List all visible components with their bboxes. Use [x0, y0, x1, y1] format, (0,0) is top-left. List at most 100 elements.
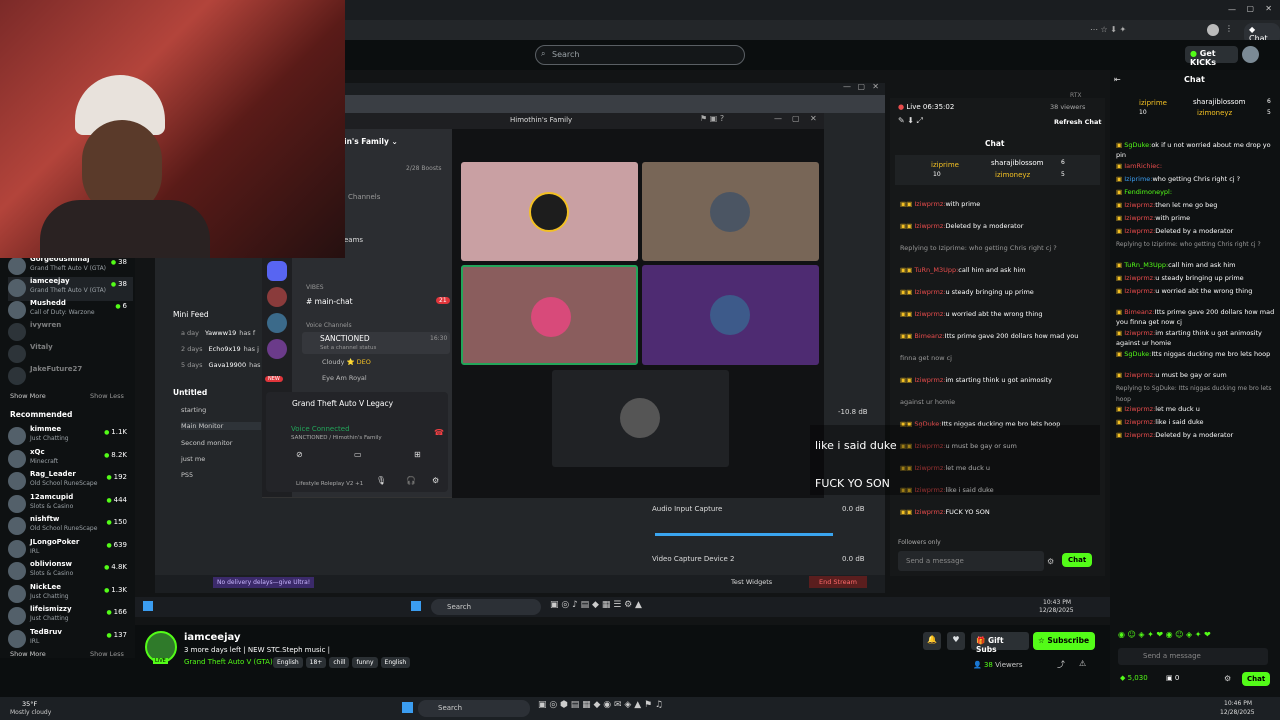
chat-username[interactable]: Iziwprmz: [1124, 201, 1155, 209]
main-chat-channel[interactable]: # main-chat [306, 297, 353, 306]
weather-temp[interactable]: 35°F [22, 700, 37, 708]
streams-channel[interactable]: eams [344, 236, 363, 244]
search-input[interactable]: ⌕ Search [535, 45, 745, 65]
volume-slider[interactable] [655, 533, 833, 536]
show-more-recommended[interactable]: Show More [10, 650, 46, 658]
chat-username[interactable]: Iziwprmz: [914, 200, 945, 208]
menu-icon[interactable]: ⋮ [1225, 24, 1233, 33]
channels-label[interactable]: Channels [348, 193, 380, 201]
chat-username[interactable]: Iziwprmz: [914, 376, 945, 384]
subscribe-button[interactable]: ☆ Subscribe [1033, 632, 1095, 650]
windows-logo-icon[interactable] [411, 601, 421, 611]
show-less-link[interactable]: Show Less [90, 392, 124, 400]
extensions-icon[interactable]: ⋯ ☆ ⬇ ✦ [1090, 25, 1126, 34]
discord-minimize-icon[interactable]: — [774, 114, 782, 123]
chat-username[interactable]: Iziwprmz: [1124, 431, 1155, 439]
followed-channel[interactable]: JakeFuture27 [8, 365, 133, 389]
user-avatar[interactable] [1242, 46, 1259, 63]
show-more-link[interactable]: Show More [10, 392, 46, 400]
chat-username[interactable]: Iziwprmz: [1124, 287, 1155, 295]
chat-username[interactable]: SgDuke: [1124, 141, 1151, 149]
chat-username[interactable]: Iziwprmz: [914, 288, 945, 296]
show-less-recommended[interactable]: Show Less [90, 650, 124, 658]
stream-tag[interactable]: chill [329, 657, 350, 668]
recommended-channel[interactable]: NickLeeJust Chatting 1.3K [8, 583, 133, 607]
dashboard-chat-button[interactable]: Chat [1062, 553, 1093, 567]
recommended-channel[interactable]: TedBruvIRL 137 [8, 628, 133, 652]
followed-channel[interactable]: Vitaly [8, 343, 133, 367]
chat-username[interactable]: TuRn_M3Upp: [914, 266, 958, 274]
voice-channels-category[interactable]: Voice Channels [306, 322, 352, 329]
minimize-icon[interactable]: — [1228, 5, 1236, 14]
chat-username[interactable]: IamRichiec: [1124, 162, 1162, 170]
streamer-name[interactable]: iamceejay [184, 632, 240, 643]
server-icon[interactable] [267, 287, 287, 307]
stream-category[interactable]: Grand Theft Auto V (GTA) [184, 658, 273, 666]
chat-username[interactable]: Iziwprmz: [914, 310, 945, 318]
recommended-channel[interactable]: oblivionsw Slots & Casino 4.8K [8, 560, 133, 584]
send-message-input[interactable]: Send a message [1118, 648, 1268, 665]
participant-tile[interactable] [642, 162, 819, 261]
activities-icon[interactable]: ⊞ [414, 450, 421, 459]
report-icon[interactable]: ⚠ [1079, 659, 1086, 668]
scene-item[interactable]: Second monitor [181, 439, 261, 447]
chat-username[interactable]: Iziwprmz: [914, 222, 945, 230]
chat-settings-icon[interactable]: ⚙ [1224, 674, 1231, 683]
recommended-channel[interactable]: Rag_Leader Old School RuneScape 192 [8, 470, 133, 494]
sanctioned-channel[interactable]: SANCTIONED 16:30 Set a channel status [302, 332, 450, 354]
discord-server-name[interactable]: in's Family ⌄ [344, 137, 398, 146]
recommended-channel[interactable]: xQcMinecraft 8.2K [8, 448, 133, 472]
stream-tag[interactable]: funny [352, 657, 378, 668]
server-icon[interactable] [267, 313, 287, 333]
followed-channel[interactable]: Mushedd Call of Duty: Warzone 6 [8, 299, 133, 323]
collapse-chat-icon[interactable]: ⇤ [1114, 75, 1121, 84]
windows-start-icon[interactable] [402, 702, 413, 713]
taskbar-app-icons[interactable]: ▣ ◎ ♪ ▤ ◆ ▦ ☰ ⚙ ▲ [550, 600, 642, 610]
deafen-icon[interactable]: 🎧 [406, 476, 416, 485]
recommended-channel[interactable]: lifeismizzy Just Chatting 166 [8, 605, 133, 629]
obs-close-icon[interactable]: ✕ [872, 82, 879, 91]
end-stream-button[interactable]: End Stream [809, 576, 867, 588]
dashboard-tool-icons[interactable]: ✎ ⬇ ⤢ [898, 116, 923, 126]
followed-channel[interactable]: GorgeousminajGrand Theft Auto V (GTA)38 [8, 255, 133, 279]
clock-time[interactable]: 10:46 PM [1224, 700, 1252, 707]
discord-maximize-icon[interactable]: ▢ [792, 114, 800, 123]
mute-icon[interactable]: 🎙 [376, 476, 386, 485]
test-widgets-button[interactable]: Test Widgets [731, 578, 772, 586]
share-icon[interactable]: ⤴ [1057, 659, 1065, 670]
followed-channel[interactable]: iamceejay Grand Theft Auto V (GTA) 38 [8, 277, 133, 301]
settings-icon[interactable]: ⚙ [432, 476, 439, 485]
recommended-channel[interactable]: kimmee Just Chatting 1.1K [8, 425, 133, 449]
scene-item[interactable]: starting [181, 406, 261, 414]
chat-username[interactable]: Fendimoneypl: [1124, 188, 1172, 196]
recommended-channel[interactable]: JLongoPokerIRL 639 [8, 538, 133, 562]
emote-bar[interactable]: ◉ ☺ ◈ ✦ ❤ ◉ ☺ ◈ ✦ ❤ [1118, 630, 1273, 642]
chat-username[interactable]: Iziwprmz: [914, 508, 945, 516]
boosts-label[interactable]: 2/28 Boosts [406, 165, 441, 172]
maximize-icon[interactable]: ▢ [1246, 4, 1254, 13]
taskbar-search[interactable]: Search [431, 599, 541, 615]
recommended-channel[interactable]: 12amcupidSlots & Casino 444 [8, 493, 133, 517]
chat-username[interactable]: Iziwprmz: [1124, 329, 1155, 337]
chat-username[interactable]: Bimeanz: [1124, 308, 1154, 316]
chat-username[interactable]: Iziprime: [1124, 175, 1152, 183]
obs-minimize-icon[interactable]: — [843, 82, 851, 91]
get-kicks-button[interactable]: ● Get KICKs [1185, 46, 1238, 67]
chat-username[interactable]: Bimeanz: [914, 332, 944, 340]
obs-maximize-icon[interactable]: ▢ [857, 82, 865, 91]
heart-icon[interactable]: ♥ [947, 632, 965, 650]
disconnect-icon[interactable]: ☎ [434, 428, 444, 437]
chat-settings-icon[interactable]: ⚙ [1047, 557, 1054, 566]
profile-avatar[interactable] [1207, 24, 1219, 36]
chat-username[interactable]: Iziwprmz: [1124, 418, 1155, 426]
taskbar-app-icons[interactable]: ▣ ◎ ⬢ ▤ ▦ ◆ ◉ ✉ ◈ ▲ ⚑ ♫ [538, 700, 663, 710]
scene-item[interactable]: just me [181, 455, 261, 463]
close-icon[interactable]: ✕ [1265, 4, 1272, 13]
channel-status[interactable]: Set a channel status [320, 345, 376, 351]
no-delay-banner[interactable]: No delivery delays—give Ultra! [213, 577, 315, 588]
bell-icon[interactable]: 🔔 [923, 632, 941, 650]
chat-username[interactable]: TuRn_M3Upp: [1124, 261, 1168, 269]
discord-toolbar-icons[interactable]: ⚑ ▣ ? [700, 114, 724, 123]
chat-username[interactable]: Iziwprmz: [1124, 214, 1155, 222]
chat-username[interactable]: Iziwprmz: [1124, 371, 1155, 379]
